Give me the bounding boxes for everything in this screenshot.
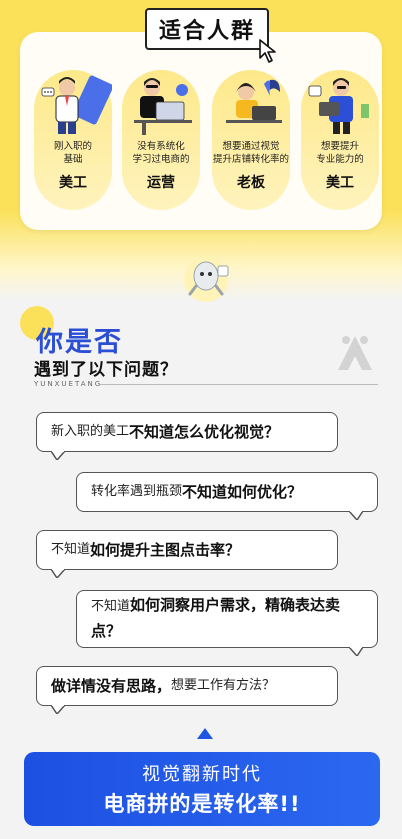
bubble-tail: [51, 569, 65, 578]
junior-designer-illustration-icon: [41, 75, 112, 134]
persona-description: 没有系统化 学习过电商的: [132, 141, 190, 165]
persona-role: 运营: [143, 172, 179, 192]
question-text-plain: 不知道: [51, 542, 91, 557]
question-bubble-2: 转化率遇到瓶颈 不知道如何优化？: [76, 472, 378, 520]
mascot-icon: [184, 258, 229, 302]
section-title-target-audience: 适合人群: [145, 8, 269, 50]
question-text-bold: 不知道如何优化？: [182, 483, 303, 501]
persona-card-boss: 想要通过视觉 提升店铺转化率的 老板: [212, 70, 290, 210]
question-text-plain: 转化率遇到瓶颈: [91, 484, 183, 499]
bubble-tail: [51, 451, 65, 460]
question-bubble-1: 新入职的美工 不知道怎么优化视觉？: [36, 412, 338, 460]
question-title: 你是否: [36, 327, 123, 358]
question-text-bold: 做详情没有思路，: [51, 677, 172, 695]
persona-description: 想要提升 专业能力的: [316, 141, 364, 165]
brand-logo-icon: [338, 336, 372, 370]
persona-description: 想要通过视觉 提升店铺转化率的: [213, 141, 290, 165]
question-text-plain: 不知道: [91, 599, 131, 614]
question-subtitle: 遇到了以下问题？: [34, 360, 178, 380]
cta-line-2: 电商拼的是转化率!!: [103, 792, 301, 816]
question-text-plain: 新入职的美工: [51, 424, 130, 439]
operations-illustration-icon: [134, 78, 192, 135]
question-bubble-3: 不知道 如何提升主图点击率？: [36, 530, 338, 578]
persona-card-junior-designer: 刚入职的 基础 美工: [34, 70, 112, 210]
target-audience-card: 刚入职的 基础 美工 没有系统化 学习过电商的 运营 想要通过视觉 提升店铺转化…: [20, 32, 382, 230]
boss-illustration-icon: [226, 79, 282, 123]
cta-line-1: 视觉翻新时代: [142, 764, 262, 785]
question-text-bold: 如何提升主图点击率？: [90, 541, 241, 559]
persona-role: 老板: [233, 172, 269, 192]
persona-role: 美工: [322, 172, 358, 192]
question-text-plain: 想要工作有方法？: [171, 678, 276, 693]
persona-card-senior-designer: 想要提升 专业能力的 美工: [301, 70, 379, 210]
mouse-cursor-icon: [259, 39, 276, 63]
question-text-bold: 不知道怎么优化视觉？: [129, 423, 280, 441]
senior-designer-illustration-icon: [308, 78, 369, 134]
cta-banner[interactable]: 视觉翻新时代 电商拼的是转化率!!: [24, 752, 380, 826]
brand-watermark-text: YUNXUETANG: [34, 380, 103, 388]
bubble-tail: [51, 705, 65, 714]
bubble-tail: [349, 511, 363, 520]
arrow-up-icon: [197, 728, 213, 739]
persona-card-operations: 没有系统化 学习过电商的 运营: [122, 70, 200, 210]
persona-description: 刚入职的 基础: [53, 141, 92, 165]
bubble-tail: [349, 647, 363, 656]
question-bubble-4: 不知道如何洞察用户需求，精确表达卖点？: [76, 590, 378, 656]
persona-role: 美工: [55, 172, 91, 192]
divider: [100, 384, 378, 385]
question-bubble-5: 做详情没有思路， 想要工作有方法？: [36, 666, 338, 714]
